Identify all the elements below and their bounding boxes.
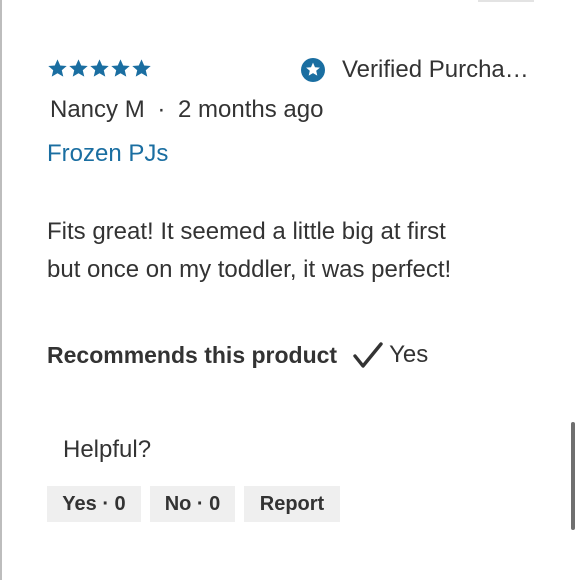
recommends-label: Recommends this product [47,341,338,368]
reviewer-name: Nancy M [50,96,145,123]
verified-purchase-text: Verified Purcha… [342,56,529,83]
helpful-yes-button[interactable]: Yes · 0 [47,486,141,522]
checkmark-icon [351,338,385,372]
star-icon [131,58,152,79]
star-icon [89,58,110,79]
review-text-line: Fits great! It seemed a little big at fi… [47,218,446,245]
verified-star-badge-icon [300,57,326,83]
star-icon [47,58,68,79]
helpful-no-button[interactable]: No · 0 [150,486,235,522]
report-button[interactable]: Report [244,486,340,522]
star-icon [68,58,89,79]
review-card: Verified Purcha… Nancy M · 2 months ago … [0,0,580,580]
review-date: 2 months ago [178,96,324,123]
helpful-label: Helpful? [63,436,152,463]
scrollbar[interactable] [571,422,575,530]
helpful-vote-buttons: Yes · 0 No · 0 Report [47,486,349,522]
recommends-product: Recommends this product Yes [47,338,428,372]
recommends-value: Yes [389,341,429,368]
star-icon [110,58,131,79]
verified-purchase-badge: Verified Purcha… [300,55,538,85]
review-text-line: but once on my toddler, it was perfect! [47,256,452,283]
separator-dot: · [157,96,166,123]
product-link[interactable]: Frozen PJs [47,140,168,168]
top-divider [478,0,534,2]
review-text: Fits great! It seemed a little big at fi… [47,213,517,289]
reviewer-info: Nancy M · 2 months ago [50,96,323,124]
star-rating [47,54,152,82]
left-border [0,0,2,580]
